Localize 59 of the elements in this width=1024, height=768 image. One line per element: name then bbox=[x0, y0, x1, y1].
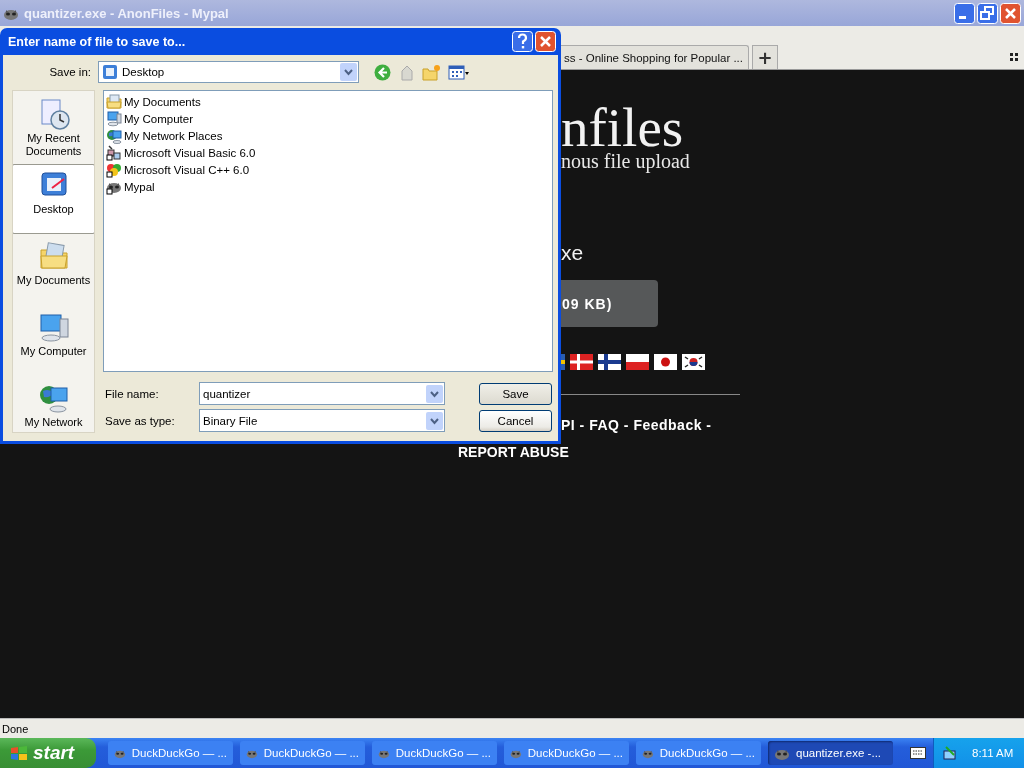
taskbar-button[interactable]: DuckDuckGo — ... bbox=[636, 741, 761, 765]
view-menu-icon[interactable] bbox=[448, 63, 470, 81]
save-button[interactable]: Save bbox=[479, 382, 552, 405]
network-icon[interactable] bbox=[942, 745, 958, 761]
file-item[interactable]: My Network Places bbox=[106, 127, 552, 144]
close-button[interactable] bbox=[1000, 2, 1021, 24]
file-item[interactable]: Mypal bbox=[106, 178, 552, 195]
footer-links[interactable]: PI - FAQ - Feedback - bbox=[561, 417, 712, 433]
program-icon bbox=[106, 161, 122, 178]
cancel-button[interactable]: Cancel bbox=[479, 409, 552, 432]
file-name: xe bbox=[561, 241, 584, 265]
file-name-field[interactable]: quantizer bbox=[199, 382, 445, 405]
file-name-label: File name: bbox=[105, 387, 160, 400]
back-icon[interactable] bbox=[374, 63, 391, 81]
places-item[interactable]: My Recent Documents bbox=[13, 93, 94, 163]
file-type-label: Save as type: bbox=[105, 414, 176, 427]
grid-icon[interactable] bbox=[1010, 53, 1018, 61]
close-button[interactable] bbox=[535, 31, 556, 52]
taskbar-button[interactable]: DuckDuckGo — ... bbox=[504, 741, 629, 765]
file-item[interactable]: My Computer bbox=[106, 110, 552, 127]
computer-icon bbox=[106, 110, 122, 127]
taskbar-button[interactable]: DuckDuckGo — ... bbox=[108, 741, 233, 765]
browser-tab[interactable]: ss - Online Shopping for Popular ... bbox=[561, 45, 749, 69]
desktop-icon bbox=[102, 64, 118, 80]
save-in-dropdown[interactable]: Desktop bbox=[98, 61, 359, 83]
places-item[interactable]: My Documents bbox=[13, 235, 94, 305]
network-icon bbox=[106, 127, 122, 144]
save-in-label: Save in: bbox=[48, 66, 92, 78]
computer-icon bbox=[37, 311, 70, 343]
taskbar-button[interactable]: DuckDuckGo — ... bbox=[372, 741, 497, 765]
file-item[interactable]: Microsoft Visual Basic 6.0 bbox=[106, 144, 552, 161]
minimize-button[interactable] bbox=[954, 2, 975, 24]
places-item[interactable]: My Computer bbox=[13, 306, 94, 376]
folder-icon bbox=[106, 93, 122, 110]
keyboard-icon[interactable] bbox=[910, 747, 926, 759]
places-item[interactable]: My Network bbox=[13, 377, 94, 432]
file-type-field[interactable]: Binary File bbox=[199, 409, 445, 432]
flag-icon[interactable] bbox=[682, 354, 705, 370]
program-icon bbox=[106, 144, 122, 161]
flag-icon[interactable] bbox=[654, 354, 677, 370]
status-text: Done bbox=[0, 718, 1024, 738]
file-item[interactable]: My Documents bbox=[106, 93, 552, 110]
window-title: quantizer.exe - AnonFiles - Mypal bbox=[24, 5, 229, 21]
folder-icon bbox=[37, 240, 70, 272]
taskbar-button[interactable]: DuckDuckGo — ... bbox=[240, 741, 365, 765]
report-abuse-link[interactable]: REPORT ABUSE bbox=[458, 444, 569, 460]
taskbar-button[interactable]: quantizer.exe -... bbox=[768, 741, 893, 765]
restore-button[interactable] bbox=[977, 2, 998, 24]
help-button[interactable] bbox=[512, 31, 533, 52]
dialog-title: Enter name of file to save to... bbox=[8, 34, 186, 49]
start-button[interactable]: start bbox=[0, 738, 96, 768]
windows-logo-icon bbox=[10, 745, 28, 761]
places-item[interactable]: Desktop bbox=[13, 164, 94, 234]
new-tab-button[interactable]: + bbox=[752, 45, 778, 69]
clock: 8:11 AM bbox=[972, 747, 1014, 759]
flag-icon[interactable] bbox=[598, 354, 621, 370]
file-item[interactable]: Microsoft Visual C++ 6.0 bbox=[106, 161, 552, 178]
tab-title: ss - Online Shopping for Popular ... bbox=[564, 51, 743, 64]
download-button[interactable]: 09 KB) bbox=[561, 280, 658, 327]
